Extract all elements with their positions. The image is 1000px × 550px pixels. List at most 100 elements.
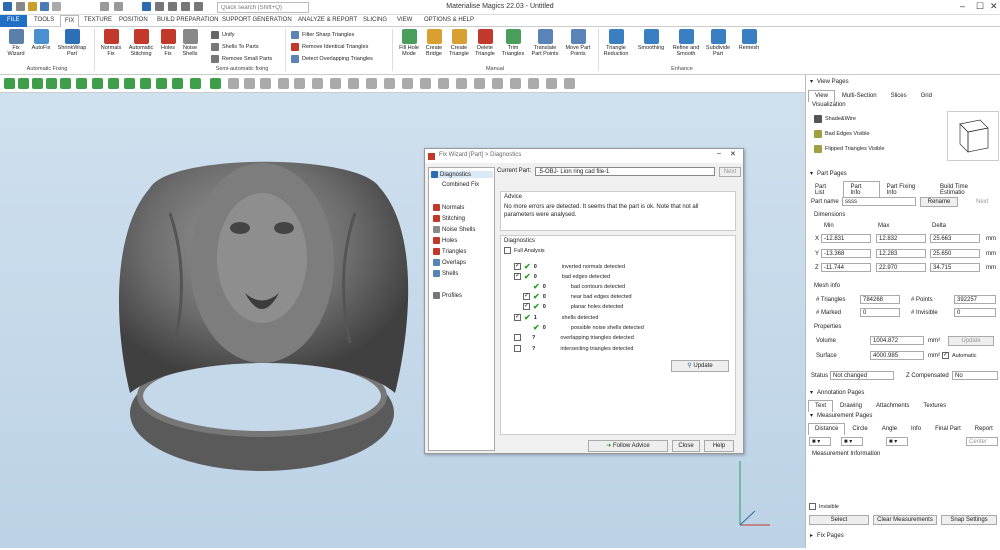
tab-slices[interactable]: Slices [884, 90, 914, 102]
tab-view[interactable]: View [808, 90, 835, 102]
x-delta-field[interactable]: 25.663 [930, 234, 980, 243]
help-button[interactable]: Help [704, 440, 734, 452]
autofix-button[interactable]: AutoFix [30, 29, 52, 51]
nav-combined-fix[interactable]: Combined Fix [442, 182, 479, 188]
nav-profiles[interactable]: Profiles [433, 292, 462, 299]
tab-report[interactable]: Report [968, 423, 1000, 435]
nav-diagnostics[interactable]: Diagnostics [431, 171, 493, 178]
select-button[interactable]: Select [809, 515, 869, 525]
refine-smooth-button[interactable]: Refine and Smooth [670, 29, 702, 57]
tab-distance[interactable]: Distance [808, 423, 846, 435]
row-checkbox[interactable] [514, 334, 521, 341]
next-button[interactable]: Next [976, 199, 988, 205]
toolbar-icon[interactable] [564, 78, 575, 89]
toolbar-icon[interactable] [4, 78, 15, 89]
toolbar-icon[interactable] [172, 78, 183, 89]
toolbar-icon[interactable] [60, 78, 71, 89]
menu-slicing[interactable]: SLICING [363, 17, 387, 23]
annotation-pages-header[interactable]: ▾ Annotation Pages [810, 389, 864, 397]
toolbar-icon[interactable] [210, 78, 221, 89]
toolbar-icon[interactable] [76, 78, 87, 89]
menu-support-generation[interactable]: SUPPORT GENERATION [222, 17, 292, 23]
row-checkbox[interactable] [514, 345, 521, 352]
follow-advice-button[interactable]: ➜ Follow Advice [588, 440, 668, 452]
toolbar-icon[interactable] [46, 78, 57, 89]
y-max-field[interactable]: 12.283 [876, 249, 926, 258]
dialog-minimize-button[interactable]: – [717, 150, 721, 157]
minimize-button[interactable]: – [960, 1, 965, 11]
row-checkbox[interactable]: ✓ [514, 273, 521, 280]
toolbar-icon[interactable] [420, 78, 431, 89]
remove-identical-button[interactable]: Remove Identical Triangles [291, 43, 368, 51]
menu-file[interactable]: FILE [0, 15, 27, 27]
measure-select-1[interactable]: ■ ▾ [809, 437, 831, 446]
toolbar-icon[interactable] [18, 78, 29, 89]
toolbar-icon[interactable] [474, 78, 485, 89]
toolbar-icon[interactable] [278, 78, 289, 89]
toolbar-icon[interactable] [330, 78, 341, 89]
tab-attachments[interactable]: Attachments [869, 400, 916, 412]
subdivide-part-button[interactable]: Subdivide Part [704, 29, 732, 57]
view-cube[interactable] [947, 111, 999, 161]
toolbar-icon[interactable] [156, 78, 167, 89]
menu-options-help[interactable]: OPTIONS & HELP [424, 17, 474, 23]
nav-triangles[interactable]: Triangles [433, 248, 466, 255]
tab-multi-section[interactable]: Multi-Section [835, 90, 884, 102]
smoothing-button[interactable]: Smoothing [634, 29, 668, 51]
menu-analyze-report[interactable]: ANALYZE & REPORT [298, 17, 357, 23]
x-max-field[interactable]: 12.832 [876, 234, 926, 243]
shade-wire-option[interactable]: Shade&Wire [814, 115, 856, 123]
tab-circle[interactable]: Circle [845, 423, 874, 435]
menu-fix[interactable]: FIX [60, 15, 80, 27]
toolbar-icon[interactable] [366, 78, 377, 89]
normals-fix-button[interactable]: Normals Fix [99, 29, 123, 57]
trim-triangles-button[interactable]: Trim Triangles [500, 29, 526, 57]
toolbar-icon[interactable] [402, 78, 413, 89]
fill-hole-mode-button[interactable]: Fill Hole Mode [396, 29, 422, 57]
rename-button[interactable]: Rename [920, 197, 958, 207]
measure-select-3[interactable]: ■ ▾ [886, 437, 908, 446]
tab-angle[interactable]: Angle [875, 423, 904, 435]
invisible-checkbox[interactable]: Invisible [809, 503, 839, 510]
y-min-field[interactable]: -13.368 [821, 249, 871, 258]
toolbar-icon[interactable] [438, 78, 449, 89]
menu-build-preparation[interactable]: BUILD PREPARATION [157, 17, 218, 23]
tab-grid[interactable]: Grid [914, 90, 939, 102]
part-name-select[interactable]: ssss [842, 197, 916, 206]
toolbar-icon[interactable] [140, 78, 151, 89]
toolbar-icon[interactable] [244, 78, 255, 89]
tab-textures[interactable]: Textures [916, 400, 953, 412]
tab-drawing[interactable]: Drawing [833, 400, 869, 412]
filter-sharp-button[interactable]: Filter Sharp Triangles [291, 31, 354, 39]
toolbar-icon[interactable] [108, 78, 119, 89]
automatic-checkbox[interactable]: ✓ Automatic [942, 352, 976, 359]
toolbar-icon[interactable] [312, 78, 323, 89]
update-diagnostics-button[interactable]: ⚲ Update [671, 360, 729, 372]
nav-overlaps[interactable]: Overlaps [433, 259, 466, 266]
tab-info[interactable]: Info [904, 423, 928, 435]
toolbar-icon[interactable] [124, 78, 135, 89]
bad-edges-option[interactable]: Bad Edges Visible [814, 130, 870, 138]
close-button[interactable]: Close [672, 440, 700, 452]
toolbar-icon[interactable] [294, 78, 305, 89]
menu-texture[interactable]: TEXTURE [84, 17, 112, 23]
toolbar-icon[interactable] [32, 78, 43, 89]
stitching-button[interactable]: Automatic Stitching [126, 29, 156, 57]
toolbar-icon[interactable] [384, 78, 395, 89]
toolbar-icon[interactable] [190, 78, 201, 89]
part-pages-header[interactable]: ▾ Part Pages [810, 170, 847, 178]
triangle-reduction-button[interactable]: Triangle Reduction [601, 29, 631, 57]
fix-pages-header[interactable]: ▸ Fix Pages [810, 532, 844, 540]
detect-overlap-button[interactable]: Detect Overlapping Triangles [291, 55, 373, 63]
x-min-field[interactable]: -12.831 [821, 234, 871, 243]
remove-small-parts-button[interactable]: Remove Small Parts [211, 55, 272, 63]
holes-fix-button[interactable]: Holes Fix [158, 29, 178, 57]
full-analysis-checkbox[interactable]: Full Analysis [504, 247, 545, 254]
update-properties-button[interactable]: Update [948, 336, 994, 346]
toolbar-icon[interactable] [546, 78, 557, 89]
tab-final-part[interactable]: Final Part [928, 423, 968, 435]
noise-shells-button[interactable]: Noise Shells [180, 29, 200, 57]
toolbar-icon[interactable] [92, 78, 103, 89]
move-part-points-button[interactable]: Move Part Points [563, 29, 593, 57]
shells-to-parts-button[interactable]: Shells To Parts [211, 43, 259, 51]
